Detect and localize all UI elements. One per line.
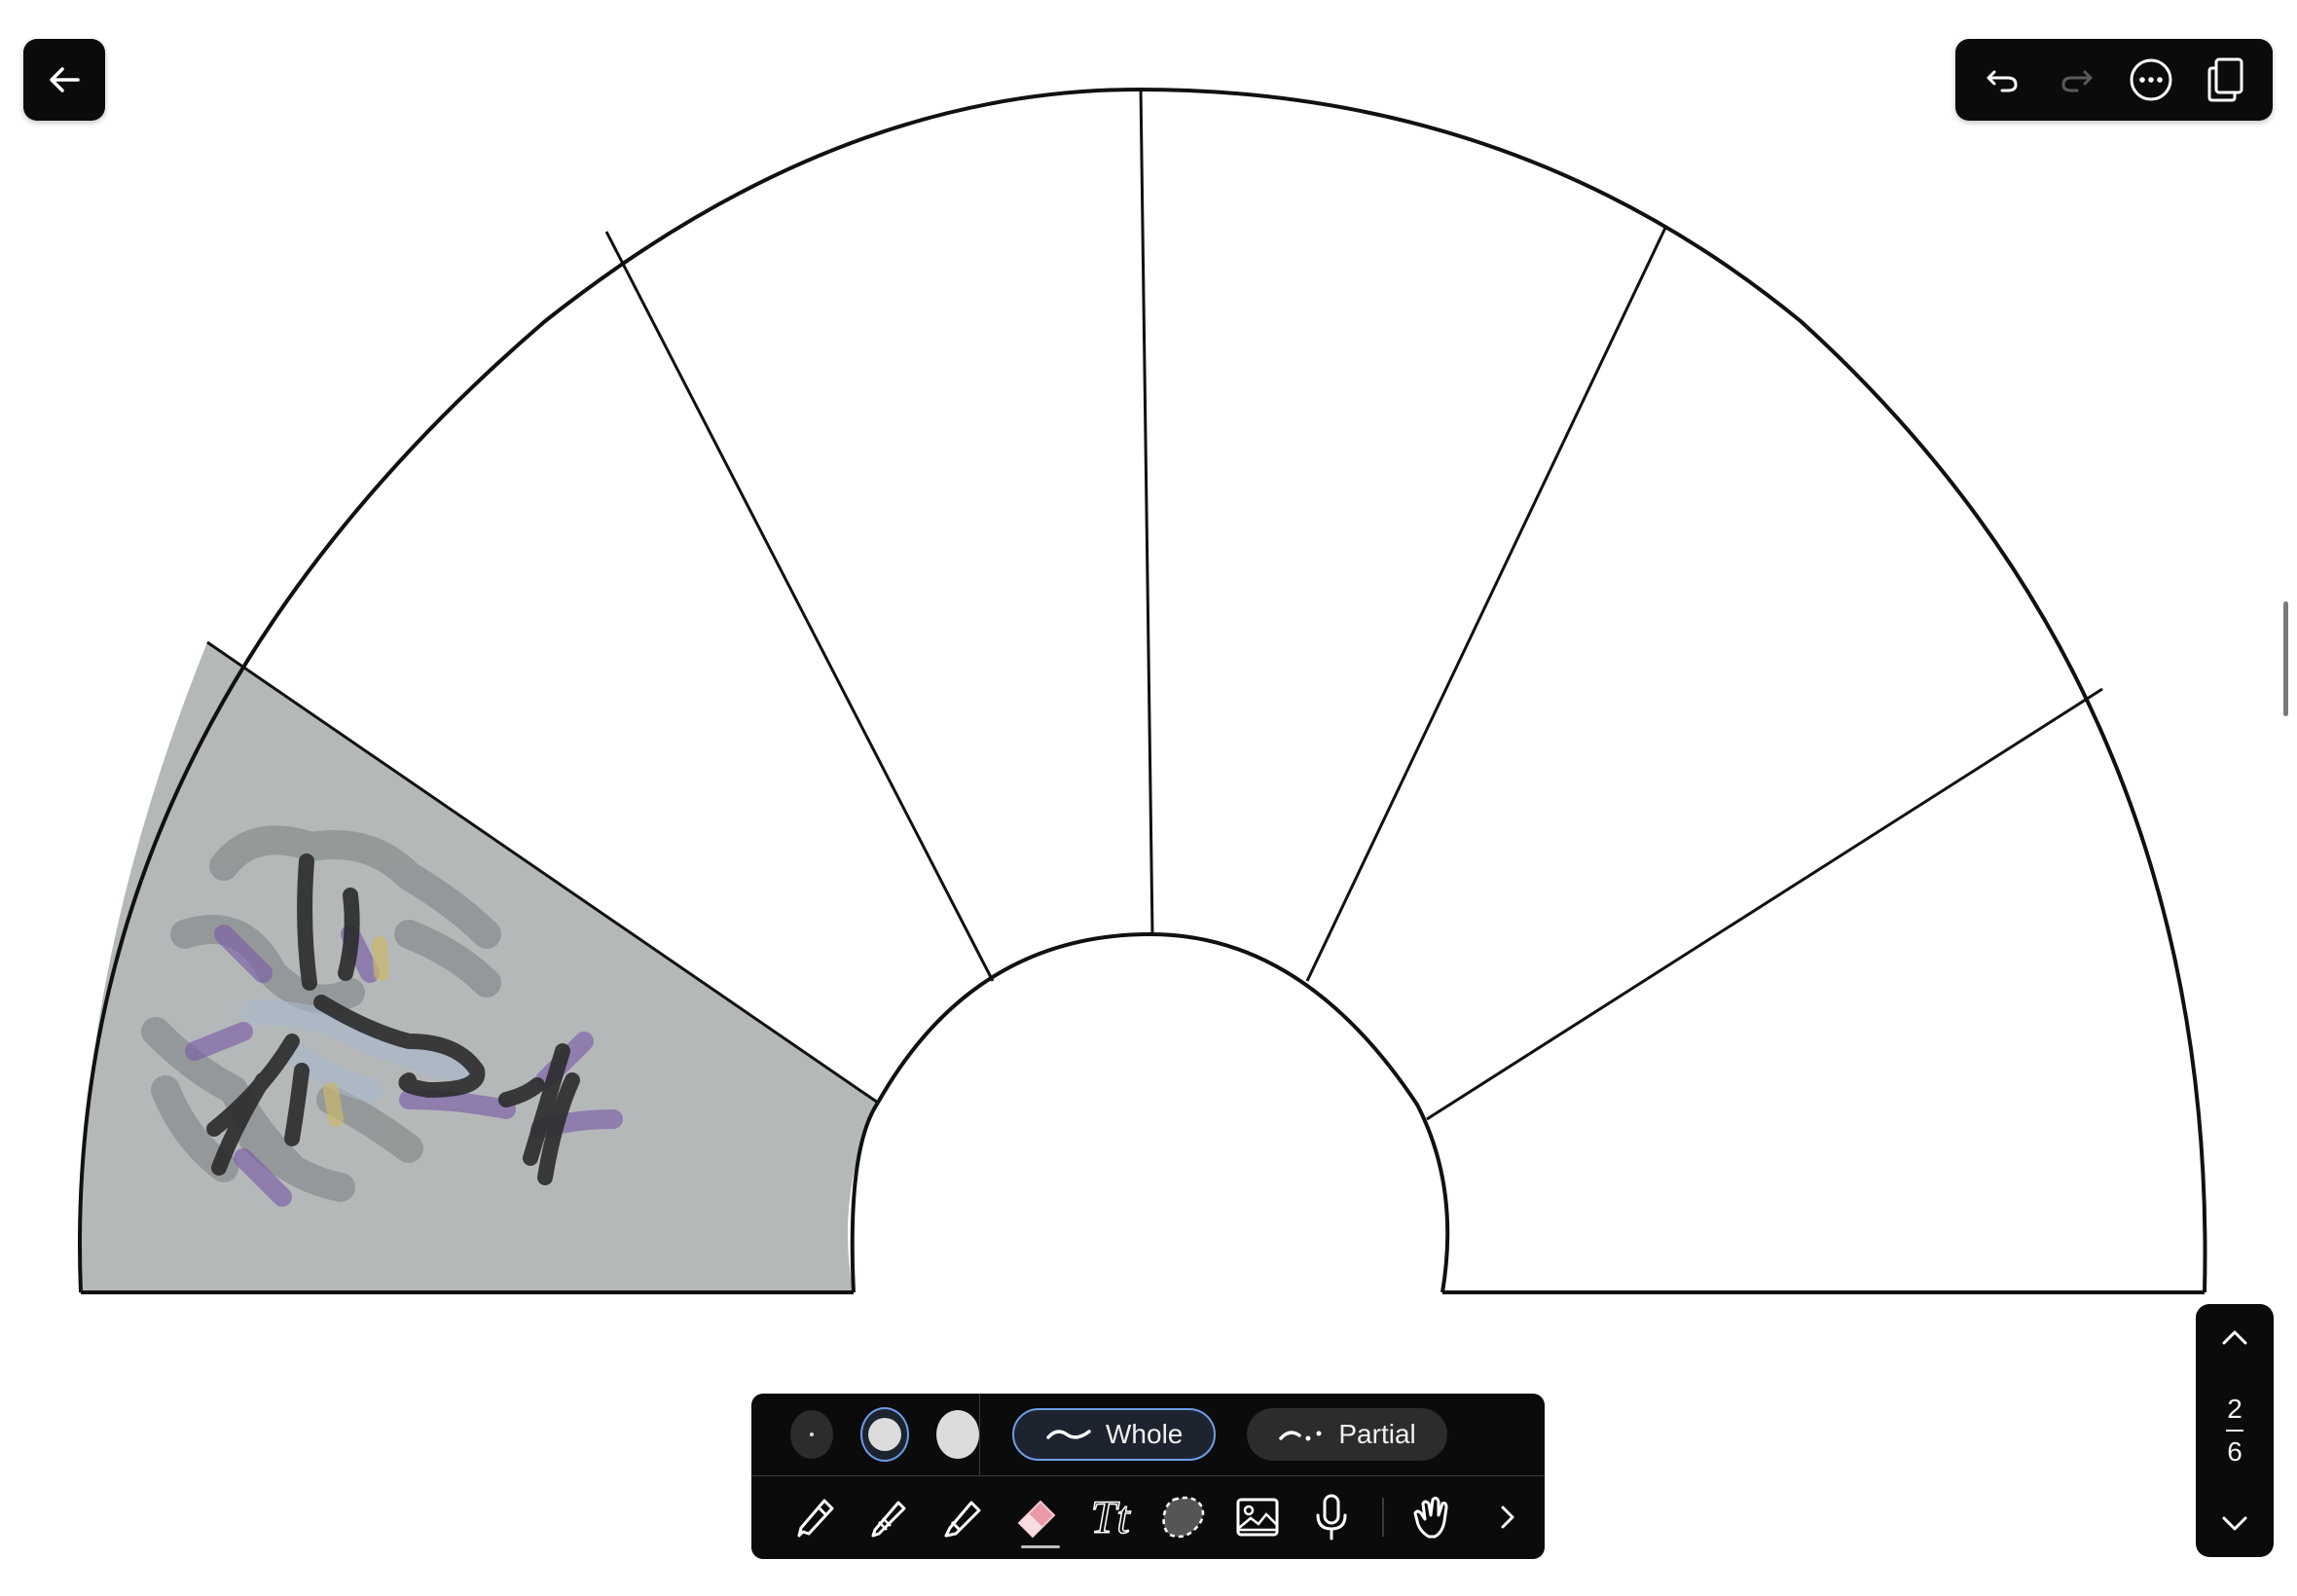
eraser-icon (1017, 1500, 1056, 1539)
toolbar-separator (1381, 1498, 1384, 1537)
tool-selector-row: Tt (751, 1476, 1545, 1558)
vertical-scrollbar[interactable] (2283, 601, 2288, 716)
page-navigator: 2 6 (2196, 1304, 2274, 1557)
arrow-left-icon (50, 67, 80, 92)
page-divider (2226, 1430, 2243, 1432)
eraser-tool[interactable] (1000, 1480, 1074, 1554)
eraser-options-row: Whole Partial (751, 1394, 1545, 1476)
eraser-size-medium[interactable] (860, 1407, 909, 1462)
highlighter-icon (944, 1501, 981, 1538)
lasso-tool[interactable] (1148, 1480, 1221, 1554)
total-pages-number: 6 (2227, 1436, 2242, 1467)
microphone-icon (1316, 1494, 1347, 1541)
hand-tool[interactable] (1398, 1480, 1472, 1554)
inner-arc (850, 931, 1450, 1293)
redo-button[interactable] (2048, 51, 2106, 109)
partial-mode-label: Partial (1338, 1419, 1416, 1449)
undo-button[interactable] (1973, 51, 2031, 109)
hand-pointer-icon (1413, 1496, 1448, 1539)
eraser-size-large[interactable] (935, 1410, 979, 1459)
whole-mode-button[interactable]: Whole (1012, 1408, 1217, 1461)
next-page-button[interactable] (2206, 1505, 2264, 1543)
text-icon: Tt (1090, 1491, 1131, 1544)
chevron-down-icon (2222, 1516, 2247, 1531)
chevron-right-icon (1501, 1505, 1514, 1529)
expand-toolbar-button[interactable] (1471, 1480, 1545, 1554)
more-options-button[interactable] (2122, 51, 2180, 109)
more-options-icon (2130, 58, 2172, 101)
undo-icon (1987, 70, 2018, 92)
back-button[interactable] (23, 39, 105, 121)
pencil-tool[interactable] (853, 1480, 927, 1554)
eraser-toolbar: Whole Partial Tt (751, 1394, 1545, 1559)
microphone-tool[interactable] (1294, 1480, 1368, 1554)
whole-mode-label: Whole (1106, 1419, 1184, 1449)
text-tool[interactable]: Tt (1074, 1480, 1148, 1554)
page-counter: 2 6 (2226, 1393, 2243, 1469)
partial-mode-button[interactable]: Partial (1247, 1408, 1447, 1461)
partial-stroke-icon (1279, 1431, 1322, 1441)
lasso-icon (1162, 1496, 1205, 1539)
top-toolbar (1955, 39, 2273, 121)
chevron-up-icon (2222, 1330, 2247, 1345)
pencil-icon (871, 1501, 906, 1538)
eraser-mode-picker: Whole Partial (980, 1408, 1447, 1461)
pages-icon (2207, 57, 2243, 102)
image-icon (1236, 1498, 1279, 1537)
pen-icon (797, 1499, 834, 1538)
pages-button[interactable] (2197, 51, 2255, 109)
eraser-size-picker (751, 1394, 980, 1475)
redo-icon (2061, 70, 2093, 92)
image-tool[interactable] (1221, 1480, 1294, 1554)
whole-stroke-icon (1046, 1430, 1091, 1439)
current-page-number: 2 (2227, 1394, 2242, 1424)
drawing-canvas[interactable] (0, 0, 2297, 1596)
pen-tool[interactable] (779, 1480, 853, 1554)
previous-page-button[interactable] (2206, 1318, 2264, 1357)
highlighter-tool[interactable] (926, 1480, 1000, 1554)
eraser-size-small[interactable] (790, 1410, 834, 1459)
